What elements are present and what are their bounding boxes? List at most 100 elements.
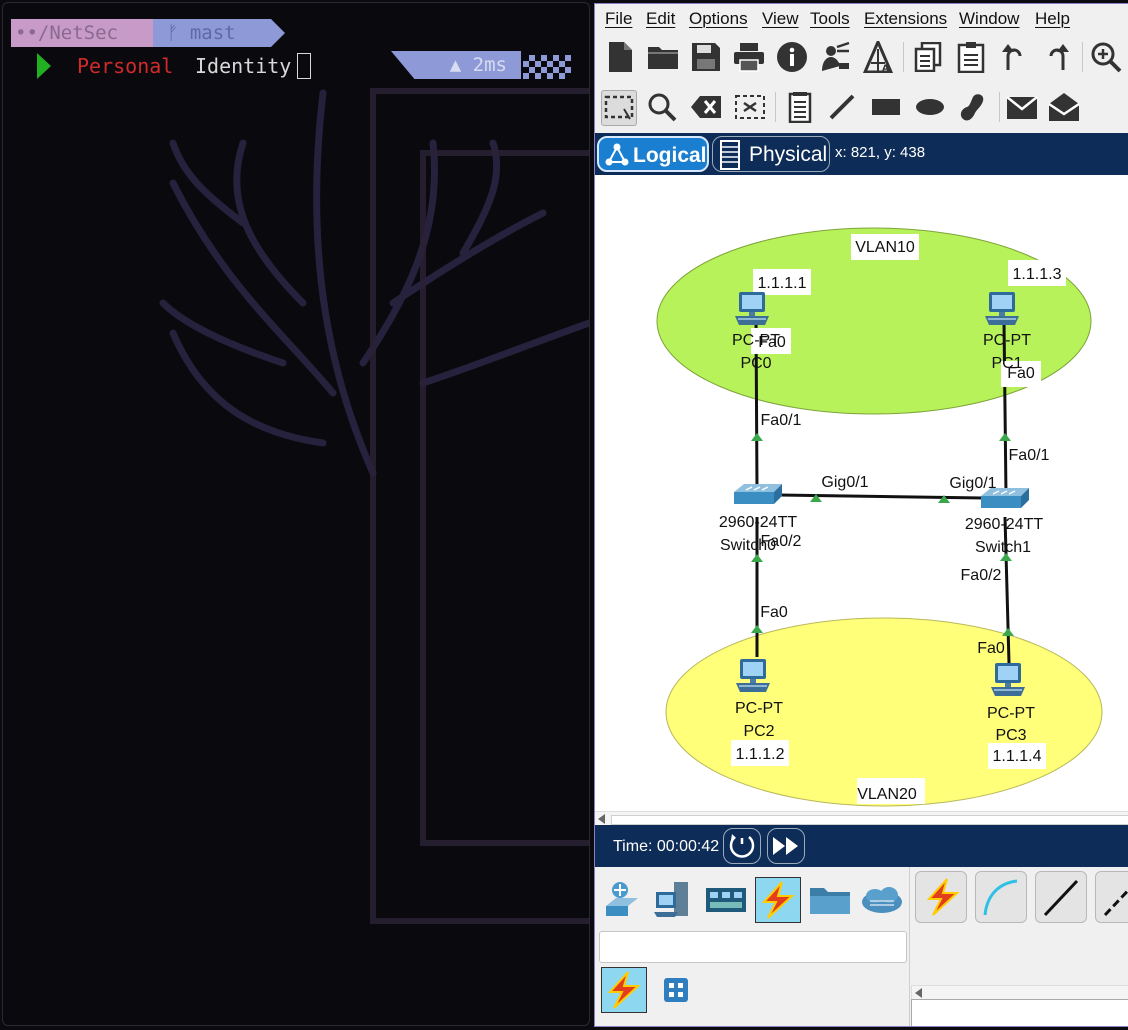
logical-workspace-canvas[interactable]: VLAN10 1.1.1.1 1.1.1.3 PC-PT PC0 Fa0 PC-…: [595, 175, 1128, 811]
components-icon[interactable]: [703, 877, 749, 923]
open-folder-icon[interactable]: [646, 40, 680, 74]
inspect-icon[interactable]: [645, 90, 679, 124]
switch1-gig01-label: Gig0/1: [949, 475, 996, 492]
activity-wizard-icon[interactable]: A: [861, 40, 895, 74]
switch1-fa02-label: Fa0/2: [961, 567, 1002, 584]
vlan20-area: [665, 617, 1103, 807]
end-devices-icon[interactable]: [651, 877, 697, 923]
misc-icon[interactable]: [807, 877, 853, 923]
toolbar-separator: [1082, 42, 1083, 72]
device-search-input[interactable]: [599, 931, 907, 963]
power-cycle-devices-button[interactable]: [723, 828, 761, 864]
new-file-icon[interactable]: [603, 40, 637, 74]
tab-physical[interactable]: Physical: [712, 136, 830, 172]
main-toolbar: A: [595, 36, 1128, 78]
scrollbar-thumb[interactable]: [611, 815, 1128, 825]
menu-tools[interactable]: Tools: [810, 4, 850, 34]
pc2-ip-label: 1.1.1.2: [736, 746, 785, 763]
toolbar-separator: [999, 92, 1000, 122]
menu-help[interactable]: Help: [1035, 4, 1070, 34]
copper-cross-icon[interactable]: [1095, 871, 1128, 923]
power-cycle-icon: [729, 834, 755, 858]
print-icon[interactable]: [732, 40, 766, 74]
fast-forward-button[interactable]: [767, 828, 805, 864]
logical-topology-icon: [605, 143, 629, 166]
panel-divider: [909, 867, 910, 1026]
copy-icon[interactable]: [911, 40, 945, 74]
device-selection-panel: [595, 867, 1128, 1026]
terminal-window[interactable]: ••/NetSec ᚠ mast Personal Identity ▲ 2ms: [2, 2, 590, 1026]
cursor-coordinates: x: 821, y: 438: [835, 144, 926, 161]
packet-tracer-window: File Edit Options View Tools Extensions …: [594, 3, 1128, 1027]
save-icon[interactable]: [689, 40, 723, 74]
pc2-device-icon[interactable]: [735, 658, 771, 693]
note-icon[interactable]: [783, 90, 817, 124]
pc0-port-label: Fa0: [758, 334, 786, 351]
grid-view-icon[interactable]: [653, 967, 699, 1013]
add-complex-pdu-icon[interactable]: [1047, 90, 1081, 124]
network-devices-icon[interactable]: [599, 877, 645, 923]
switch0-device-icon[interactable]: [733, 483, 783, 505]
svg-text:A: A: [882, 64, 889, 73]
add-pdu-icon[interactable]: [1005, 90, 1039, 124]
command-text-personal: Personal: [77, 54, 174, 78]
connections-icon[interactable]: [755, 877, 801, 923]
rectangle-icon[interactable]: [869, 90, 903, 124]
zoom-in-icon[interactable]: [1089, 40, 1123, 74]
network-wizard-icon[interactable]: [818, 40, 852, 74]
tab-physical-label: Physical: [749, 143, 828, 166]
switch1-model-label: 2960-24TT: [965, 516, 1043, 533]
menu-extensions[interactable]: Extensions: [864, 4, 947, 34]
pc3-port-label: Fa0: [977, 640, 1005, 657]
info-icon[interactable]: [775, 40, 809, 74]
pc3-device-icon[interactable]: [990, 662, 1026, 697]
pc1-model-label: PC-PT: [983, 332, 1031, 349]
freeform-icon[interactable]: [955, 90, 989, 124]
physical-rack-icon: [720, 140, 740, 170]
paste-icon[interactable]: [954, 40, 988, 74]
device-description-field[interactable]: [911, 999, 1128, 1026]
connections-subcategory-icon[interactable]: [601, 967, 647, 1013]
switch0-fa01-label: Fa0/1: [761, 412, 802, 429]
menu-view[interactable]: View: [762, 4, 799, 34]
vlan20-label: VLAN20: [857, 786, 917, 803]
console-cable-icon[interactable]: [975, 871, 1027, 923]
toolbar-separator: [775, 92, 776, 122]
prompt-arrow-icon: [37, 53, 51, 79]
ellipse-icon[interactable]: [913, 90, 947, 124]
redo-icon[interactable]: [1040, 40, 1074, 74]
resize-icon[interactable]: [733, 90, 767, 124]
simulation-time-bar: Time: 00:00:42: [595, 825, 1128, 867]
delete-icon[interactable]: [689, 90, 723, 124]
switch0-fa02-label: Fa0/2: [761, 533, 802, 550]
command-text-identity: Identity: [195, 54, 292, 78]
pc1-ip-label: 1.1.1.3: [1013, 266, 1062, 283]
copper-straight-icon[interactable]: [1035, 871, 1087, 923]
scroll-left-arrow-icon[interactable]: [598, 814, 606, 824]
scroll-left-arrow-icon[interactable]: [915, 988, 923, 998]
pc0-ip-label: 1.1.1.1: [758, 275, 807, 292]
automatic-connection-icon[interactable]: [915, 871, 967, 923]
switch0-gig01-label: Gig0/1: [821, 474, 868, 491]
pc1-port-label: Fa0: [1007, 365, 1035, 382]
menu-edit[interactable]: Edit: [646, 4, 675, 34]
menu-window[interactable]: Window: [959, 4, 1019, 34]
pc3-name-label: PC3: [995, 727, 1026, 744]
pc3-model-label: PC-PT: [987, 705, 1035, 722]
fast-forward-icon: [773, 837, 798, 855]
undo-icon[interactable]: [997, 40, 1031, 74]
menu-options[interactable]: Options: [689, 4, 748, 34]
select-icon[interactable]: [601, 90, 637, 126]
drawing-toolbar: [595, 86, 1128, 128]
tab-logical[interactable]: Logical: [597, 136, 709, 172]
multiuser-icon[interactable]: [859, 877, 905, 923]
pc0-name-label: PC0: [740, 355, 771, 372]
switch1-name-label: Switch1: [975, 539, 1031, 556]
canvas-horizontal-scrollbar[interactable]: [595, 811, 1128, 826]
pc1-device-icon[interactable]: [984, 291, 1020, 326]
line-icon[interactable]: [825, 90, 859, 124]
prompt-git-branch-segment: ᚠ mast: [153, 19, 285, 47]
pc0-device-icon[interactable]: [734, 291, 770, 326]
menu-file[interactable]: File: [605, 4, 632, 34]
pc2-name-label: PC2: [743, 723, 774, 740]
